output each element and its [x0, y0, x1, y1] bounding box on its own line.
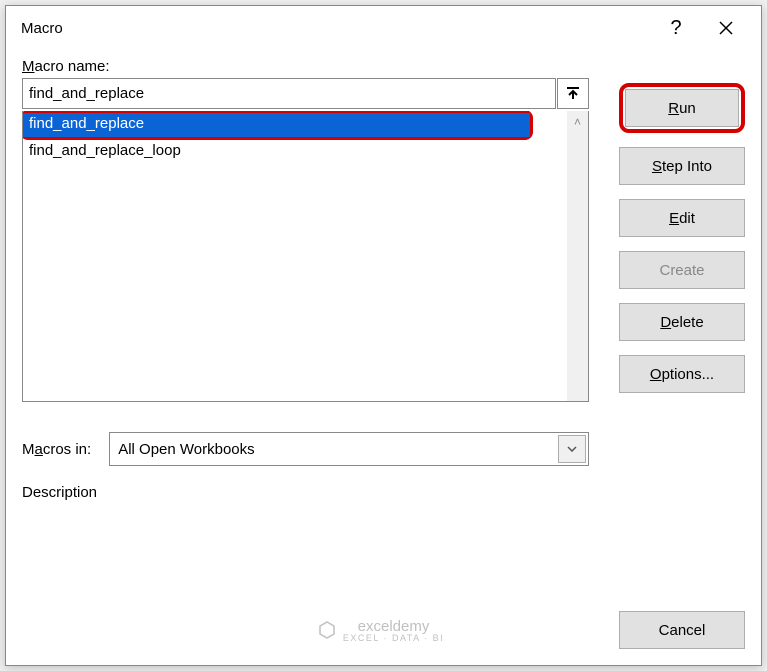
- watermark: exceldemy EXCEL · DATA · BI: [142, 618, 619, 643]
- help-button[interactable]: ?: [651, 6, 701, 50]
- description-label: Description: [22, 484, 589, 501]
- edit-button[interactable]: Edit: [619, 199, 745, 237]
- run-highlight: Run: [619, 83, 745, 133]
- chevron-down-icon: [567, 446, 577, 452]
- macros-in-value: All Open Workbooks: [118, 441, 558, 458]
- delete-button[interactable]: Delete: [619, 303, 745, 341]
- left-column: Macro name: find_and_replace find_and_re…: [22, 58, 589, 501]
- bottom-area: exceldemy EXCEL · DATA · BI Cancel: [22, 611, 745, 649]
- scroll-up-icon: ˄: [574, 115, 581, 129]
- create-button: Create: [619, 251, 745, 289]
- selected-highlight: find_and_replace: [23, 111, 533, 140]
- upload-icon: [566, 87, 580, 101]
- run-button[interactable]: Run: [625, 89, 739, 127]
- macro-name-label: Macro name:: [22, 58, 589, 75]
- scrollbar[interactable]: ˄: [567, 111, 589, 401]
- macros-in-row: Macros in: All Open Workbooks: [22, 432, 589, 466]
- right-column: Run Step Into Edit Create Delete Options…: [619, 58, 745, 501]
- cancel-button[interactable]: Cancel: [619, 611, 745, 649]
- macro-name-row: [22, 78, 589, 109]
- close-icon: [718, 20, 734, 36]
- macro-listbox[interactable]: find_and_replace find_and_replace_loop: [23, 111, 567, 401]
- macro-dialog: Macro ? Macro name: find_and_re: [5, 5, 762, 666]
- macro-listbox-wrapper: find_and_replace find_and_replace_loop ˄: [22, 111, 589, 402]
- list-item[interactable]: find_and_replace: [23, 113, 530, 137]
- close-button[interactable]: [701, 6, 751, 50]
- macro-name-input[interactable]: [22, 78, 556, 109]
- collapse-dialog-button[interactable]: [557, 78, 589, 109]
- watermark-icon: [317, 620, 337, 640]
- dialog-content: Macro name: find_and_replace find_and_re…: [6, 50, 761, 517]
- watermark-name: exceldemy: [343, 618, 444, 635]
- watermark-sub: EXCEL · DATA · BI: [343, 633, 444, 643]
- macros-in-label: Macros in:: [22, 441, 91, 458]
- macros-in-select[interactable]: All Open Workbooks: [109, 432, 589, 466]
- dialog-title: Macro: [21, 20, 651, 37]
- options-button[interactable]: Options...: [619, 355, 745, 393]
- dropdown-arrow: [558, 435, 586, 463]
- list-item[interactable]: find_and_replace_loop: [23, 140, 567, 164]
- step-into-button[interactable]: Step Into: [619, 147, 745, 185]
- titlebar: Macro ?: [6, 6, 761, 50]
